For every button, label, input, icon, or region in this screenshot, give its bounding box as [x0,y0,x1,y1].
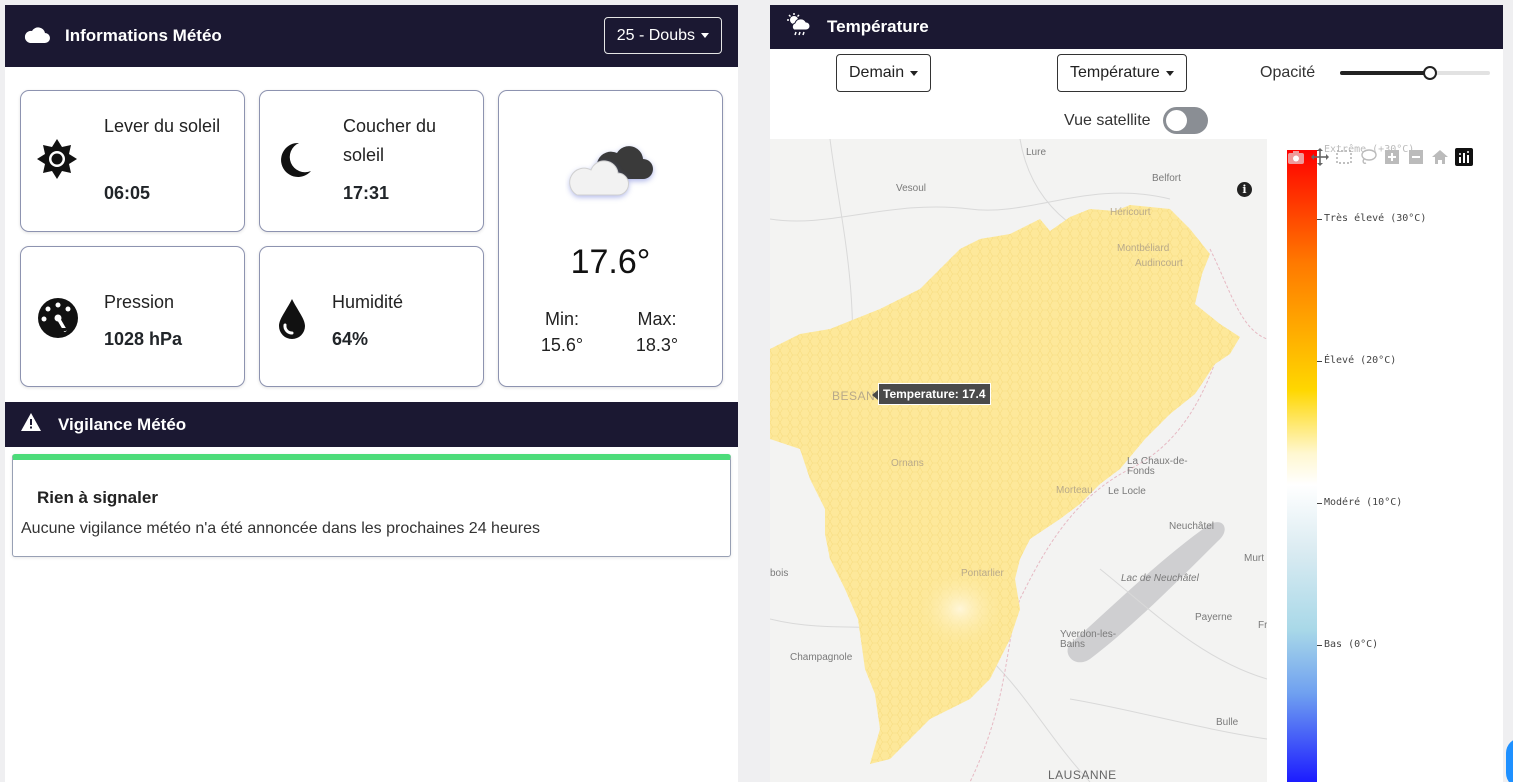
colorbar-tick [1317,503,1322,504]
opacity-slider-fill [1340,71,1430,75]
city-label: bois [770,568,789,579]
plot-modebar [1287,148,1473,166]
sun-icon [36,138,78,185]
humidity-card: Humidité 64% [259,246,484,387]
droplet-icon [278,297,306,344]
warning-icon [20,412,42,437]
department-dropdown[interactable]: 25 - Doubs [603,17,722,54]
camera-icon[interactable] [1287,148,1305,166]
day-dropdown[interactable]: Demain [836,54,932,92]
layer-dropdown-label: Température [1070,64,1160,81]
city-label: Audincourt [1135,258,1183,269]
city-label: Montbéliard [1117,243,1170,254]
city-label: Fr [1258,620,1267,631]
temperature-map[interactable]: Lure Vesoul Belfort Héricourt Montbéliar… [770,139,1267,782]
temperature-panel: Température Demain Température Opacité V… [770,5,1503,782]
city-label: Héricourt [1110,207,1151,218]
cloud-icon [23,23,51,50]
info-icon[interactable]: i [1237,182,1252,197]
colorbar-label: Très élevé (30°C) [1324,213,1427,224]
sunset-value: 17:31 [343,183,390,203]
pressure-label: Pression [104,292,175,312]
vigilance-status-text: Aucune vigilance météo n'a été annoncée … [21,520,540,537]
department-label: 25 - Doubs [616,26,695,44]
city-label: La Chaux-de-Fonds [1127,456,1188,477]
sunrise-value: 06:05 [104,183,151,203]
humidity-label: Humidité [332,292,404,312]
sunrise-card: Lever du soleil 06:05 [20,90,245,232]
cloudy-icon [565,133,661,214]
floating-action-button[interactable] [1506,738,1513,782]
city-label: Lac de Neuchâtel [1121,573,1199,584]
city-label: Champagnole [790,652,853,663]
satellite-label: Vue satellite [1064,112,1151,129]
max-value: 18.3° [635,335,679,355]
city-label: Lure [1026,147,1047,158]
vigilance-alert-card: Rien à signaler Aucune vigilance météo n… [12,454,731,557]
min-label: Min: [544,309,579,329]
min-value: 15.6° [540,335,584,355]
city-label: Yverdon-les-Bains [1060,629,1117,650]
opacity-slider-thumb[interactable] [1423,66,1437,80]
pan-icon[interactable] [1311,148,1329,166]
colorbar-label: Bas (0°C) [1324,639,1379,650]
city-label: Ornans [891,458,924,469]
weather-info-title: Informations Météo [65,26,222,45]
pressure-value: 1028 hPa [104,329,183,349]
sunset-label: Coucher du soleil [343,116,437,165]
pressure-card: Pression 1028 hPa [20,246,245,387]
city-label: Morteau [1056,485,1093,496]
current-temperature: 17.6° [570,243,651,281]
vigilance-status-title: Rien à signaler [37,488,158,507]
city-label: LAUSANNE [1048,768,1117,782]
temperature-header: Température [770,5,1503,49]
toggle-knob [1166,110,1187,131]
colorbar-tick [1317,361,1322,362]
max-temperature: Max: 18.3° [627,306,687,358]
city-label: Belfort [1152,173,1181,184]
colorbar-label: Élevé (20°C) [1324,355,1397,366]
sunset-card: Coucher du soleil 17:31 [259,90,484,232]
layer-dropdown[interactable]: Température [1057,54,1187,92]
city-label: Murt [1244,553,1264,564]
chevron-down-icon [701,33,709,38]
zoom-in-icon[interactable] [1383,148,1401,166]
sunrise-label: Lever du soleil [104,116,221,136]
current-weather-card: 17.6° Min: 15.6° Max: 18.3° [498,90,723,387]
lasso-icon[interactable] [1359,148,1377,166]
colorbar-label: Modéré (10°C) [1324,497,1403,508]
max-label: Max: [637,309,677,329]
colorbar-tick [1317,645,1322,646]
min-temperature: Min: 15.6° [532,306,592,358]
city-label: Le Locle [1108,486,1146,497]
city-label: Vesoul [896,183,927,194]
weather-info-panel: Informations Météo 25 - Doubs Lever du s… [5,5,738,782]
city-label: Bulle [1216,717,1239,728]
map-tooltip: Temperature: 17.4 [872,383,991,405]
vigilance-header: Vigilance Météo [5,402,738,447]
temperature-title: Température [827,17,929,36]
opacity-label: Opacité [1260,64,1316,81]
zoom-out-icon[interactable] [1407,148,1425,166]
chevron-down-icon [910,70,919,76]
satellite-toggle[interactable] [1163,107,1208,134]
home-icon[interactable] [1431,148,1449,166]
gauge-icon [37,297,79,344]
humidity-value: 64% [332,329,369,349]
plotly-logo-icon[interactable] [1455,148,1473,166]
city-label: Payerne [1195,612,1233,623]
cloud-sun-rain-icon [786,12,812,42]
day-dropdown-label: Demain [849,64,905,81]
colorbar-tick [1317,219,1322,220]
vigilance-title: Vigilance Météo [58,414,187,434]
weather-info-header: Informations Météo 25 - Doubs [5,5,738,67]
opacity-slider[interactable] [1340,66,1490,80]
city-label: Neuchâtel [1169,521,1215,532]
chevron-down-icon [1165,70,1174,76]
city-label: Pontarlier [961,568,1004,579]
temperature-colorbar [1287,150,1317,782]
moon-icon [277,141,313,184]
box-select-icon[interactable] [1335,148,1353,166]
